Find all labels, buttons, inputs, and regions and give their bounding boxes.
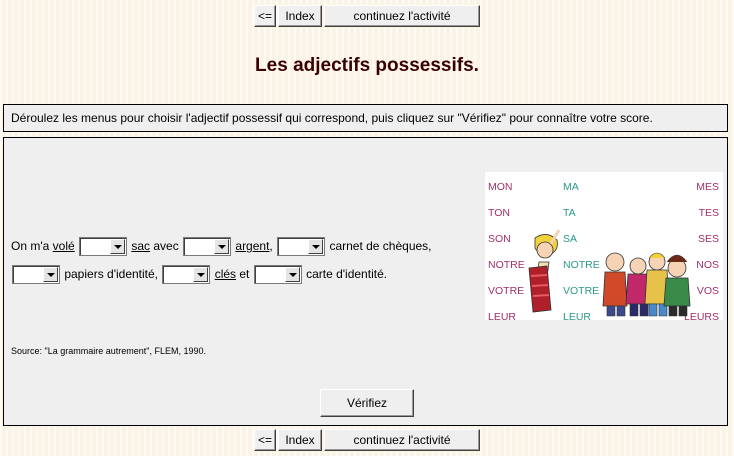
possessive-word-1: VOTRE: [488, 285, 524, 297]
source-citation: Source: "La grammaire autrement", FLEM, …: [11, 346, 206, 356]
possessive-word-3: MES: [696, 181, 719, 193]
possessive-word-3: LEURS: [684, 311, 719, 320]
possessive-word-2: VOTRE: [563, 285, 599, 297]
possessive-word-2: MA: [563, 181, 579, 193]
verify-button[interactable]: Vérifiez: [320, 389, 414, 417]
possessive-word-3: VOS: [697, 285, 719, 297]
dropdown-arrow-icon[interactable]: [193, 267, 209, 283]
index-button[interactable]: Index: [278, 5, 322, 27]
top-nav: <= Index continuez l'activité: [254, 5, 480, 27]
continue-button[interactable]: continuez l'activité: [324, 5, 480, 27]
possessive-word-1: MON: [488, 181, 513, 193]
word-vole: volé: [52, 239, 75, 253]
possessive-word-3: NOS: [696, 259, 719, 271]
possessive-select-4[interactable]: [12, 265, 60, 285]
sentence-line-1: On m'a volé sac avec argent, carnet de c…: [11, 232, 432, 260]
possessive-word-2: NOTRE: [563, 259, 600, 271]
back-button[interactable]: <=: [254, 429, 276, 451]
dropdown-arrow-icon[interactable]: [284, 267, 300, 283]
possessive-select-6[interactable]: [253, 265, 302, 285]
possessive-select-3[interactable]: [277, 237, 326, 257]
instructions-text: Déroulez les menus pour choisir l'adject…: [11, 111, 653, 125]
continue-button[interactable]: continuez l'activité: [324, 429, 480, 451]
exercise-panel: On m'a volé sac avec argent, carnet de c…: [3, 137, 728, 426]
possessive-word-3: TES: [699, 207, 719, 219]
possessive-word-2: LEUR: [563, 311, 591, 320]
possessive-word-2: SA: [563, 233, 577, 245]
possessive-word-1: NOTRE: [488, 259, 525, 271]
possessive-select-5[interactable]: [162, 265, 211, 285]
word-argent: argent: [235, 239, 270, 253]
word-cles: clés: [214, 267, 237, 281]
bottom-nav: <= Index continuez l'activité: [254, 429, 480, 451]
text-segment: carte d'identité.: [302, 267, 388, 281]
possessive-select-1[interactable]: [79, 237, 127, 257]
instructions-box: Déroulez les menus pour choisir l'adject…: [3, 104, 728, 132]
text-segment: et: [236, 267, 253, 281]
page-title: Les adjectifs possessifs.: [255, 55, 479, 76]
possessive-word-1: SON: [488, 233, 511, 245]
possessives-illustration: MON TON SON NOTRE VOTRE LEUR MA TA SA NOTRE VOTRE L…: [485, 172, 723, 320]
exercise-sentence: On m'a volé sac avec argent, carnet de c…: [11, 232, 432, 288]
dropdown-arrow-icon[interactable]: [308, 239, 324, 255]
index-button[interactable]: Index: [278, 429, 322, 451]
dropdown-arrow-icon[interactable]: [110, 239, 125, 255]
word-sac: sac: [131, 239, 151, 253]
possessive-word-3: SES: [698, 233, 719, 245]
text-segment: avec: [150, 239, 183, 253]
possessive-word-1: LEUR: [488, 311, 516, 320]
back-button[interactable]: <=: [254, 5, 276, 27]
text-segment: On m'a: [11, 239, 53, 253]
sentence-line-2: papiers d'identité, clés et carte d'iden…: [11, 260, 432, 288]
dropdown-arrow-icon[interactable]: [214, 239, 230, 255]
possessive-select-2[interactable]: [183, 237, 232, 257]
possessive-word-2: TA: [563, 207, 576, 219]
text-segment: papiers d'identité,: [61, 267, 162, 281]
text-segment: ,: [269, 239, 273, 253]
possessive-word-1: TON: [488, 207, 510, 219]
text-segment: carnet de chèques,: [326, 239, 432, 253]
dropdown-arrow-icon[interactable]: [43, 267, 58, 283]
group-figures-icon: [602, 252, 691, 317]
woman-figure-icon: [528, 229, 561, 313]
